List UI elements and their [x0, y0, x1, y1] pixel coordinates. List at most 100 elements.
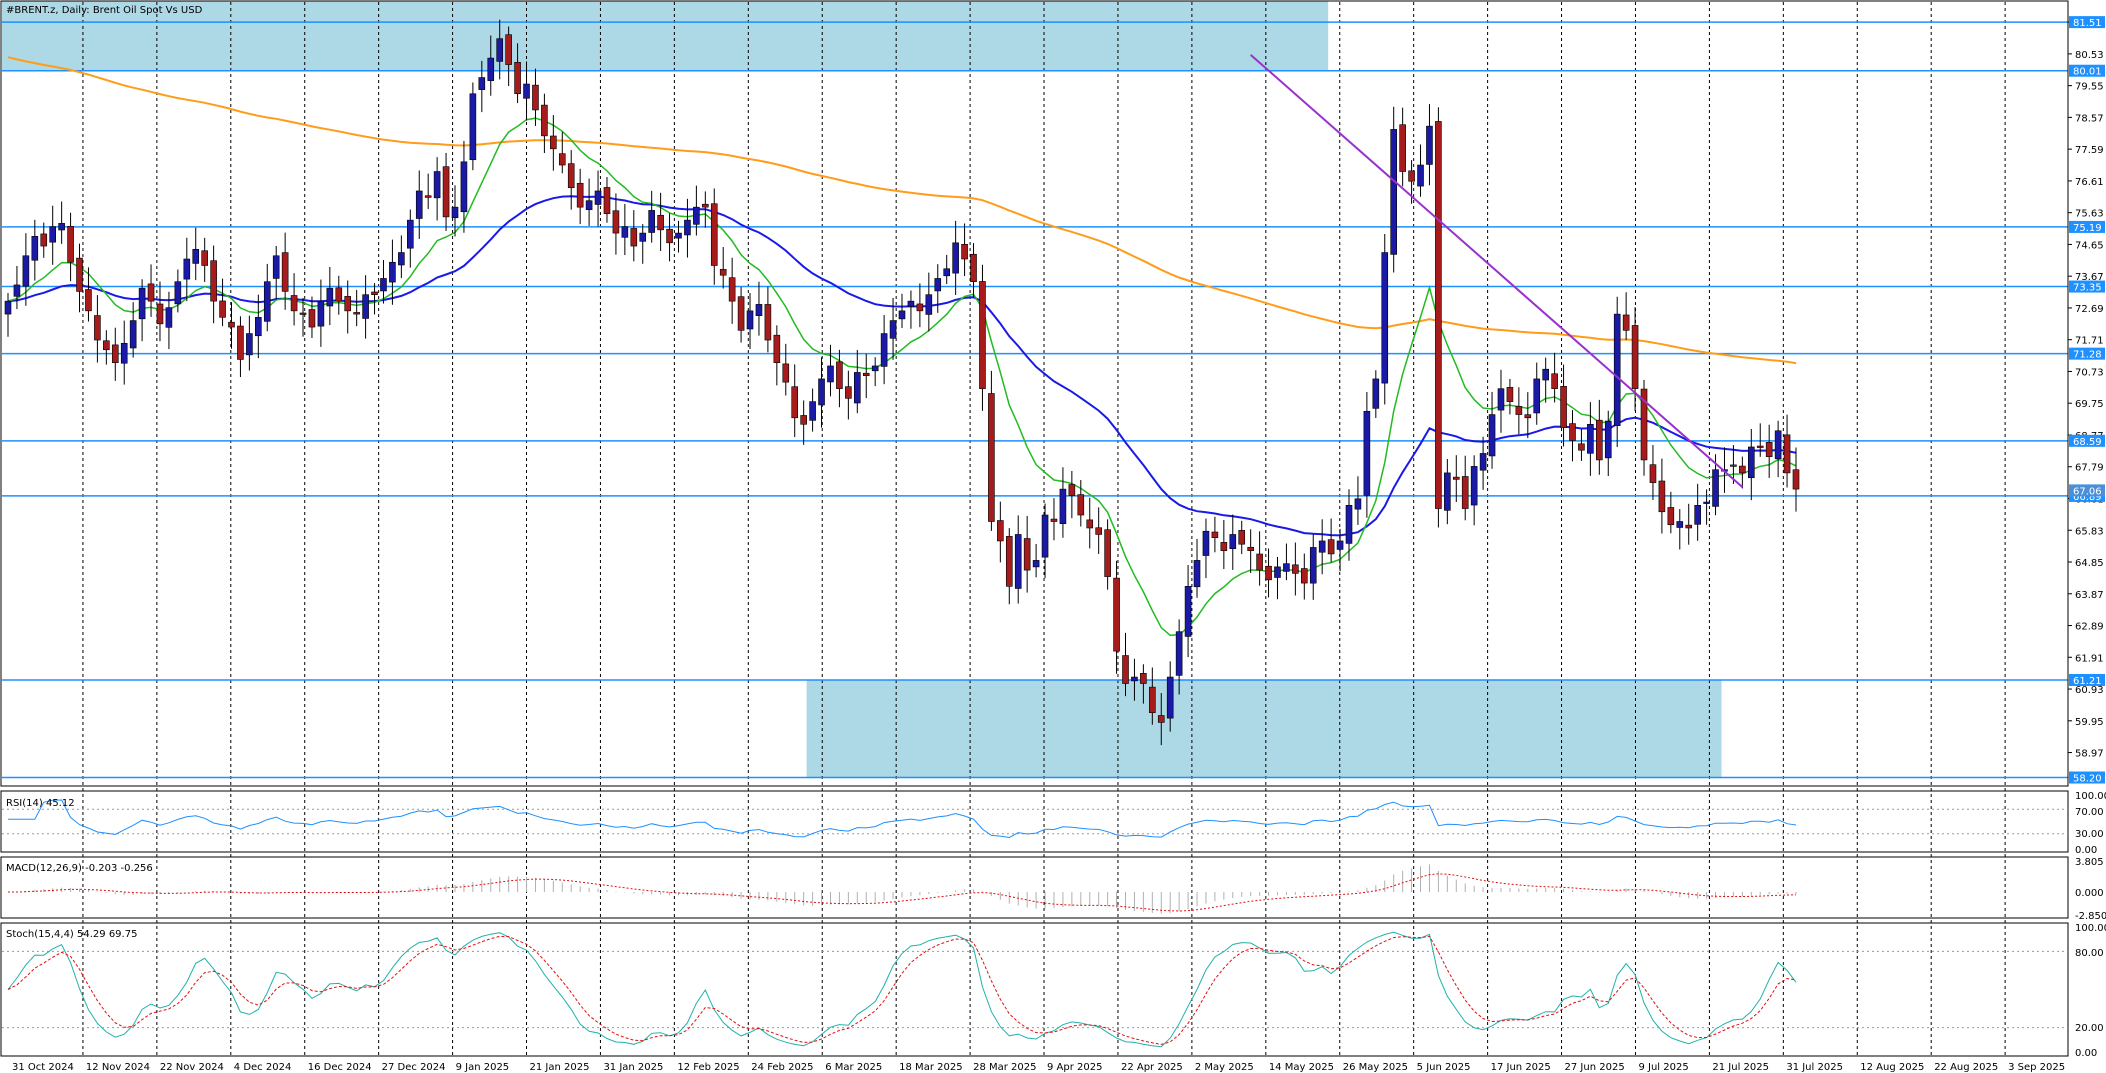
price-tick-label: 74.65 — [2075, 240, 2104, 251]
bull-candle — [934, 278, 942, 292]
date-label: 31 Jul 2025 — [1786, 1062, 1843, 1073]
bear-candle — [1327, 539, 1335, 555]
bear-candle — [1739, 465, 1746, 474]
bear-candle — [1756, 445, 1764, 448]
bear-candle — [1023, 538, 1031, 571]
level-price-tag: 73.35 — [2073, 283, 2102, 294]
price-tick-label: 61.91 — [2075, 653, 2104, 664]
bull-candle — [621, 226, 629, 238]
macd-tick-label: -2.850 — [2075, 911, 2106, 922]
bear-candle — [1658, 480, 1666, 513]
bull-candle — [880, 333, 888, 367]
bull-candle — [1229, 534, 1237, 549]
bear-candle — [737, 296, 745, 331]
bear-candle — [1211, 531, 1219, 539]
bear-candle — [1792, 469, 1800, 490]
date-label: 12 Nov 2024 — [86, 1062, 150, 1073]
bear-candle — [1292, 564, 1299, 574]
bear-candle — [219, 300, 226, 318]
bull-candle — [1703, 501, 1710, 504]
bear-candle — [916, 303, 924, 312]
bear-candle — [1569, 423, 1576, 441]
bull-candle — [925, 294, 933, 315]
price-tick-label: 62.89 — [2075, 622, 2104, 633]
price-tick-label: 70.73 — [2075, 367, 2104, 378]
bear-candle — [988, 393, 995, 522]
bear-candle — [1113, 577, 1120, 652]
bear-candle — [666, 228, 673, 244]
bull-candle — [1613, 313, 1621, 426]
bear-candle — [800, 415, 807, 425]
date-label: 31 Oct 2024 — [12, 1062, 74, 1073]
bear-candle — [997, 520, 1004, 542]
bear-candle — [1560, 386, 1567, 428]
bear-candle — [657, 214, 664, 231]
bear-candle — [567, 163, 575, 189]
bull-candle — [684, 219, 691, 236]
bull-candle — [49, 226, 57, 243]
date-label: 9 Apr 2025 — [1047, 1062, 1102, 1073]
bull-candle — [255, 317, 262, 337]
zone-1 — [806, 679, 1722, 778]
bear-candle — [1408, 170, 1415, 182]
date-label: 16 Dec 2024 — [308, 1062, 372, 1073]
bull-candle — [469, 93, 477, 161]
bear-candle — [1551, 373, 1558, 389]
bull-candle — [952, 242, 959, 274]
bear-candle — [94, 315, 101, 341]
bull-candle — [380, 278, 387, 292]
bull-candle — [693, 206, 700, 225]
bear-candle — [344, 296, 352, 312]
price-tick-label: 77.59 — [2075, 145, 2104, 156]
bull-candle — [1345, 505, 1353, 544]
bear-candle — [1301, 568, 1308, 584]
bull-candle — [460, 161, 468, 213]
price-tick-label: 76.61 — [2075, 177, 2104, 188]
bear-candle — [532, 84, 539, 111]
bull-candle — [1417, 164, 1424, 187]
bear-candle — [1515, 406, 1523, 415]
price-tick-label: 63.87 — [2075, 590, 2104, 601]
date-label: 9 Jul 2025 — [1638, 1062, 1688, 1073]
date-label: 9 Jan 2025 — [456, 1062, 510, 1073]
level-price-tag: 68.59 — [2073, 437, 2102, 448]
bear-candle — [603, 187, 611, 214]
bull-candle — [4, 300, 12, 315]
bear-candle — [201, 250, 208, 266]
bear-candle — [1104, 529, 1111, 577]
bear-candle — [550, 135, 557, 150]
bull-candle — [1032, 560, 1040, 568]
bull-candle — [138, 287, 146, 320]
bear-candle — [290, 295, 298, 312]
date-label: 2 May 2025 — [1195, 1062, 1254, 1073]
bear-candle — [558, 153, 566, 166]
bear-candle — [371, 291, 378, 295]
date-label: 22 Nov 2024 — [160, 1062, 224, 1073]
bear-candle — [40, 233, 48, 247]
bear-candle — [719, 269, 727, 276]
bear-candle — [1596, 419, 1603, 461]
bull-candle — [755, 304, 763, 316]
bear-candle — [1685, 524, 1693, 529]
bull-candle — [898, 310, 906, 320]
bear-candle — [76, 257, 83, 292]
bull-candle — [120, 342, 128, 364]
bear-candle — [961, 244, 968, 260]
bull-candle — [1444, 472, 1451, 511]
bull-candle — [585, 200, 593, 210]
date-label: 27 Dec 2024 — [382, 1062, 446, 1073]
bear-candle — [237, 325, 244, 360]
bull-candle — [675, 232, 682, 239]
price-tick-label: 72.69 — [2075, 304, 2104, 315]
bear-candle — [156, 303, 164, 325]
date-label: 26 May 2025 — [1343, 1062, 1408, 1073]
bull-candle — [809, 401, 816, 421]
bear-candle — [1220, 542, 1228, 551]
bear-candle — [1578, 443, 1585, 451]
bear-candle — [576, 182, 584, 208]
bull-candle — [1014, 534, 1022, 589]
date-label: 17 Jun 2025 — [1491, 1062, 1551, 1073]
date-label: 21 Jan 2025 — [530, 1062, 590, 1073]
bear-candle — [442, 166, 450, 218]
bull-candle — [1479, 453, 1487, 471]
